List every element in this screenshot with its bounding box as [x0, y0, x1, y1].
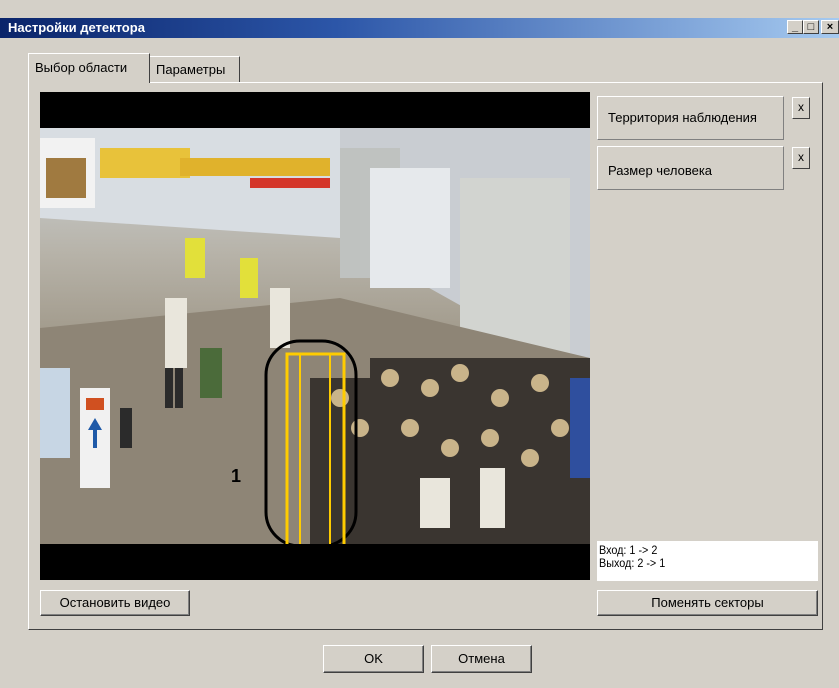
direction-info: Вход: 1 -> 2 Выход: 2 -> 1 — [597, 541, 818, 581]
camera-scene-image — [40, 128, 590, 544]
tab-parameters[interactable]: Параметры — [149, 56, 240, 82]
zone-surveillance-area-button[interactable]: Территория наблюдения — [597, 96, 784, 140]
detector-settings-window: Настройки детектора _ □ × Выбор области … — [0, 0, 839, 688]
ok-button[interactable]: OK — [323, 645, 424, 673]
maximize-button[interactable]: □ — [803, 20, 819, 34]
exit-text: Выход: 2 -> 1 — [599, 556, 666, 570]
zone-person-size-button[interactable]: Размер человека — [597, 146, 784, 190]
cancel-button[interactable]: Отмена — [431, 645, 532, 673]
window-title: Настройки детектора — [8, 20, 145, 35]
tab-area-selection[interactable]: Выбор области — [28, 53, 150, 83]
camera-frame — [40, 128, 590, 544]
zone-number-label: 1 — [231, 466, 242, 486]
close-button[interactable]: × — [821, 20, 839, 34]
zone-person-size-label: Размер человека — [608, 163, 713, 178]
remove-person-size-button[interactable]: x — [792, 147, 810, 169]
remove-icon: x — [798, 100, 804, 114]
close-icon: × — [826, 21, 834, 33]
stop-video-button[interactable]: Остановить видео — [40, 590, 190, 616]
swap-sectors-button[interactable]: Поменять секторы — [597, 590, 818, 616]
remove-surveillance-area-button[interactable]: x — [792, 97, 810, 119]
video-preview[interactable]: 1 — [40, 92, 590, 580]
maximize-icon: □ — [807, 21, 815, 33]
remove-icon: x — [798, 150, 804, 164]
zone-surveillance-area-label: Территория наблюдения — [608, 110, 757, 125]
minimize-icon: _ — [791, 21, 799, 33]
title-bar[interactable]: Настройки детектора _ □ × — [0, 18, 839, 38]
minimize-button[interactable]: _ — [787, 20, 803, 34]
